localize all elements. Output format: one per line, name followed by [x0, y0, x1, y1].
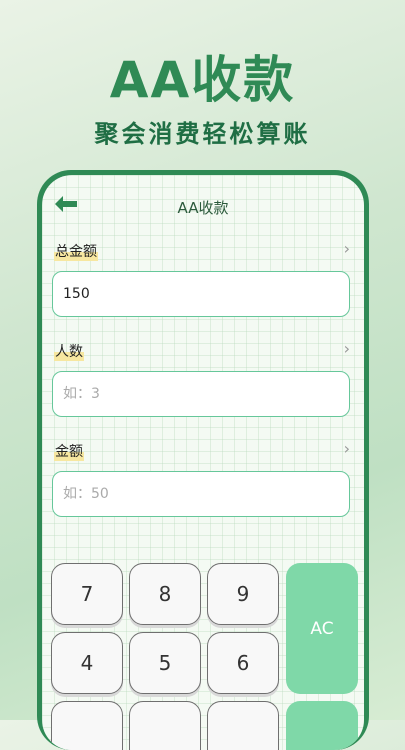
page-title: AA收款	[177, 199, 229, 217]
app-screen: AA收款 总金额 › 人数 › 金额 › 7 8 9 AC 4 5 6	[42, 175, 364, 750]
key-row3-left[interactable]	[51, 701, 123, 750]
key-8[interactable]: 8	[129, 563, 201, 625]
confirm-button[interactable]	[286, 701, 358, 750]
numeric-keypad: 7 8 9 AC 4 5 6	[42, 563, 364, 750]
total-amount-input[interactable]	[52, 271, 350, 317]
per-person-amount-label: 金额	[54, 441, 84, 461]
per-person-amount-input[interactable]	[52, 471, 350, 517]
phone-frame: AA收款 总金额 › 人数 › 金额 › 7 8 9 AC 4 5 6	[37, 170, 369, 750]
nav-bar: AA收款	[42, 175, 364, 231]
promo-subtitle: 聚会消费轻松算账	[94, 120, 311, 148]
key-4[interactable]: 4	[51, 632, 123, 694]
key-6[interactable]: 6	[207, 632, 279, 694]
promo-title: AA收款	[109, 51, 296, 109]
key-row3-middle[interactable]	[129, 701, 201, 750]
clear-button[interactable]: AC	[286, 563, 358, 694]
chevron-right-icon: ›	[343, 239, 350, 258]
total-amount-label: 总金额	[54, 241, 98, 261]
key-9[interactable]: 9	[207, 563, 279, 625]
chevron-right-icon: ›	[343, 339, 350, 358]
people-count-input[interactable]	[52, 371, 350, 417]
people-count-label: 人数	[54, 341, 84, 361]
key-5[interactable]: 5	[129, 632, 201, 694]
chevron-right-icon: ›	[343, 439, 350, 458]
key-row3-right[interactable]	[207, 701, 279, 750]
key-7[interactable]: 7	[51, 563, 123, 625]
